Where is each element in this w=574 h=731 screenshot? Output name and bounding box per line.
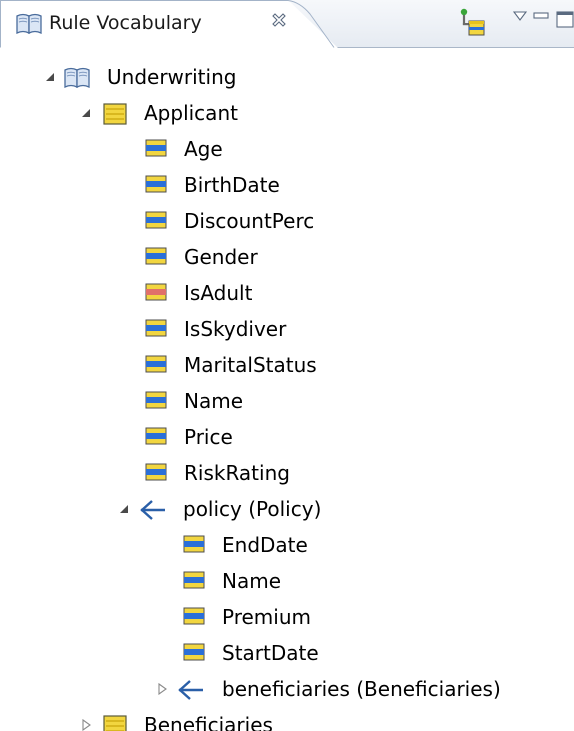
tree-item-label: IsAdult (184, 281, 253, 305)
view-header: Rule Vocabulary (0, 0, 574, 48)
tree-item-attribute[interactable]: MaritalStatus (0, 347, 574, 383)
expanded-twistie-icon[interactable] (44, 71, 56, 83)
view-menu-icon[interactable] (513, 10, 527, 22)
book-icon (64, 67, 90, 89)
add-entity-icon[interactable] (459, 8, 485, 38)
attribute-icon (145, 355, 167, 373)
collapsed-twistie-icon[interactable] (80, 719, 92, 731)
attribute-icon (183, 571, 205, 589)
tree-item-label: EndDate (222, 533, 308, 557)
tree-item-label: DiscountPerc (184, 209, 315, 233)
derived-attribute-icon (145, 283, 167, 301)
attribute-icon (145, 139, 167, 157)
tree-item-label: Gender (184, 245, 258, 269)
tree-item-attribute[interactable]: Age (0, 131, 574, 167)
tree-item-label: Beneficiaries (144, 713, 273, 731)
tree-item-beneficiaries-association[interactable]: beneficiaries (Beneficiaries) (0, 671, 574, 707)
book-icon (16, 13, 42, 35)
tree-item-label: policy (Policy) (183, 497, 322, 521)
vocabulary-tree: Underwriting Applicant Age BirthDate Dis… (0, 48, 574, 731)
association-icon (140, 500, 165, 520)
attribute-icon (145, 463, 167, 481)
tree-item-label: Applicant (144, 101, 238, 125)
tree-item-label: Name (222, 569, 282, 593)
tree-item-label: Name (184, 389, 244, 413)
attribute-icon (183, 607, 205, 625)
tree-item-label: IsSkydiver (184, 317, 287, 341)
tree-item-attribute[interactable]: Name (0, 563, 574, 599)
tree-item-attribute[interactable]: StartDate (0, 635, 574, 671)
rule-vocabulary-view: Rule Vocabulary Underwriting Applicant A… (0, 0, 574, 731)
tree-item-label: beneficiaries (Beneficiaries) (222, 677, 501, 701)
close-icon[interactable] (271, 12, 287, 28)
attribute-icon (145, 427, 167, 445)
tree-item-beneficiaries-entity[interactable]: Beneficiaries (0, 707, 574, 731)
tree-item-attribute[interactable]: DiscountPerc (0, 203, 574, 239)
tree-item-attribute[interactable]: EndDate (0, 527, 574, 563)
entity-icon (103, 103, 127, 125)
tree-item-label: Premium (222, 605, 311, 629)
tree-item-attribute[interactable]: Price (0, 419, 574, 455)
tree-item-label: BirthDate (184, 173, 280, 197)
attribute-icon (183, 535, 205, 553)
tree-item-attribute[interactable]: Gender (0, 239, 574, 275)
tree-item-attribute[interactable]: Name (0, 383, 574, 419)
attribute-icon (145, 211, 167, 229)
maximize-icon[interactable] (556, 10, 574, 28)
tab-title: Rule Vocabulary (49, 12, 202, 34)
tree-item-underwriting[interactable]: Underwriting (0, 59, 574, 95)
attribute-icon (145, 247, 167, 265)
tree-item-label: MaritalStatus (184, 353, 317, 377)
tree-item-derived-attribute[interactable]: IsAdult (0, 275, 574, 311)
tree-item-label: Price (184, 425, 233, 449)
tree-item-attribute[interactable]: BirthDate (0, 167, 574, 203)
tree-item-label: RiskRating (184, 461, 290, 485)
tree-item-attribute[interactable]: IsSkydiver (0, 311, 574, 347)
attribute-icon (145, 175, 167, 193)
expanded-twistie-icon[interactable] (80, 107, 92, 119)
expanded-twistie-icon[interactable] (118, 503, 130, 515)
association-icon (178, 680, 203, 700)
tree-item-label: Age (184, 137, 223, 161)
tree-item-applicant[interactable]: Applicant (0, 95, 574, 131)
attribute-icon (145, 391, 167, 409)
collapsed-twistie-icon[interactable] (156, 683, 168, 695)
tree-item-label: Underwriting (107, 65, 237, 89)
minimize-icon[interactable] (533, 10, 549, 22)
attribute-icon (183, 643, 205, 661)
attribute-icon (145, 319, 167, 337)
entity-icon (103, 715, 127, 731)
tree-item-label: StartDate (222, 641, 319, 665)
tree-item-attribute[interactable]: RiskRating (0, 455, 574, 491)
tree-item-policy-association[interactable]: policy (Policy) (0, 491, 574, 527)
tree-item-attribute[interactable]: Premium (0, 599, 574, 635)
